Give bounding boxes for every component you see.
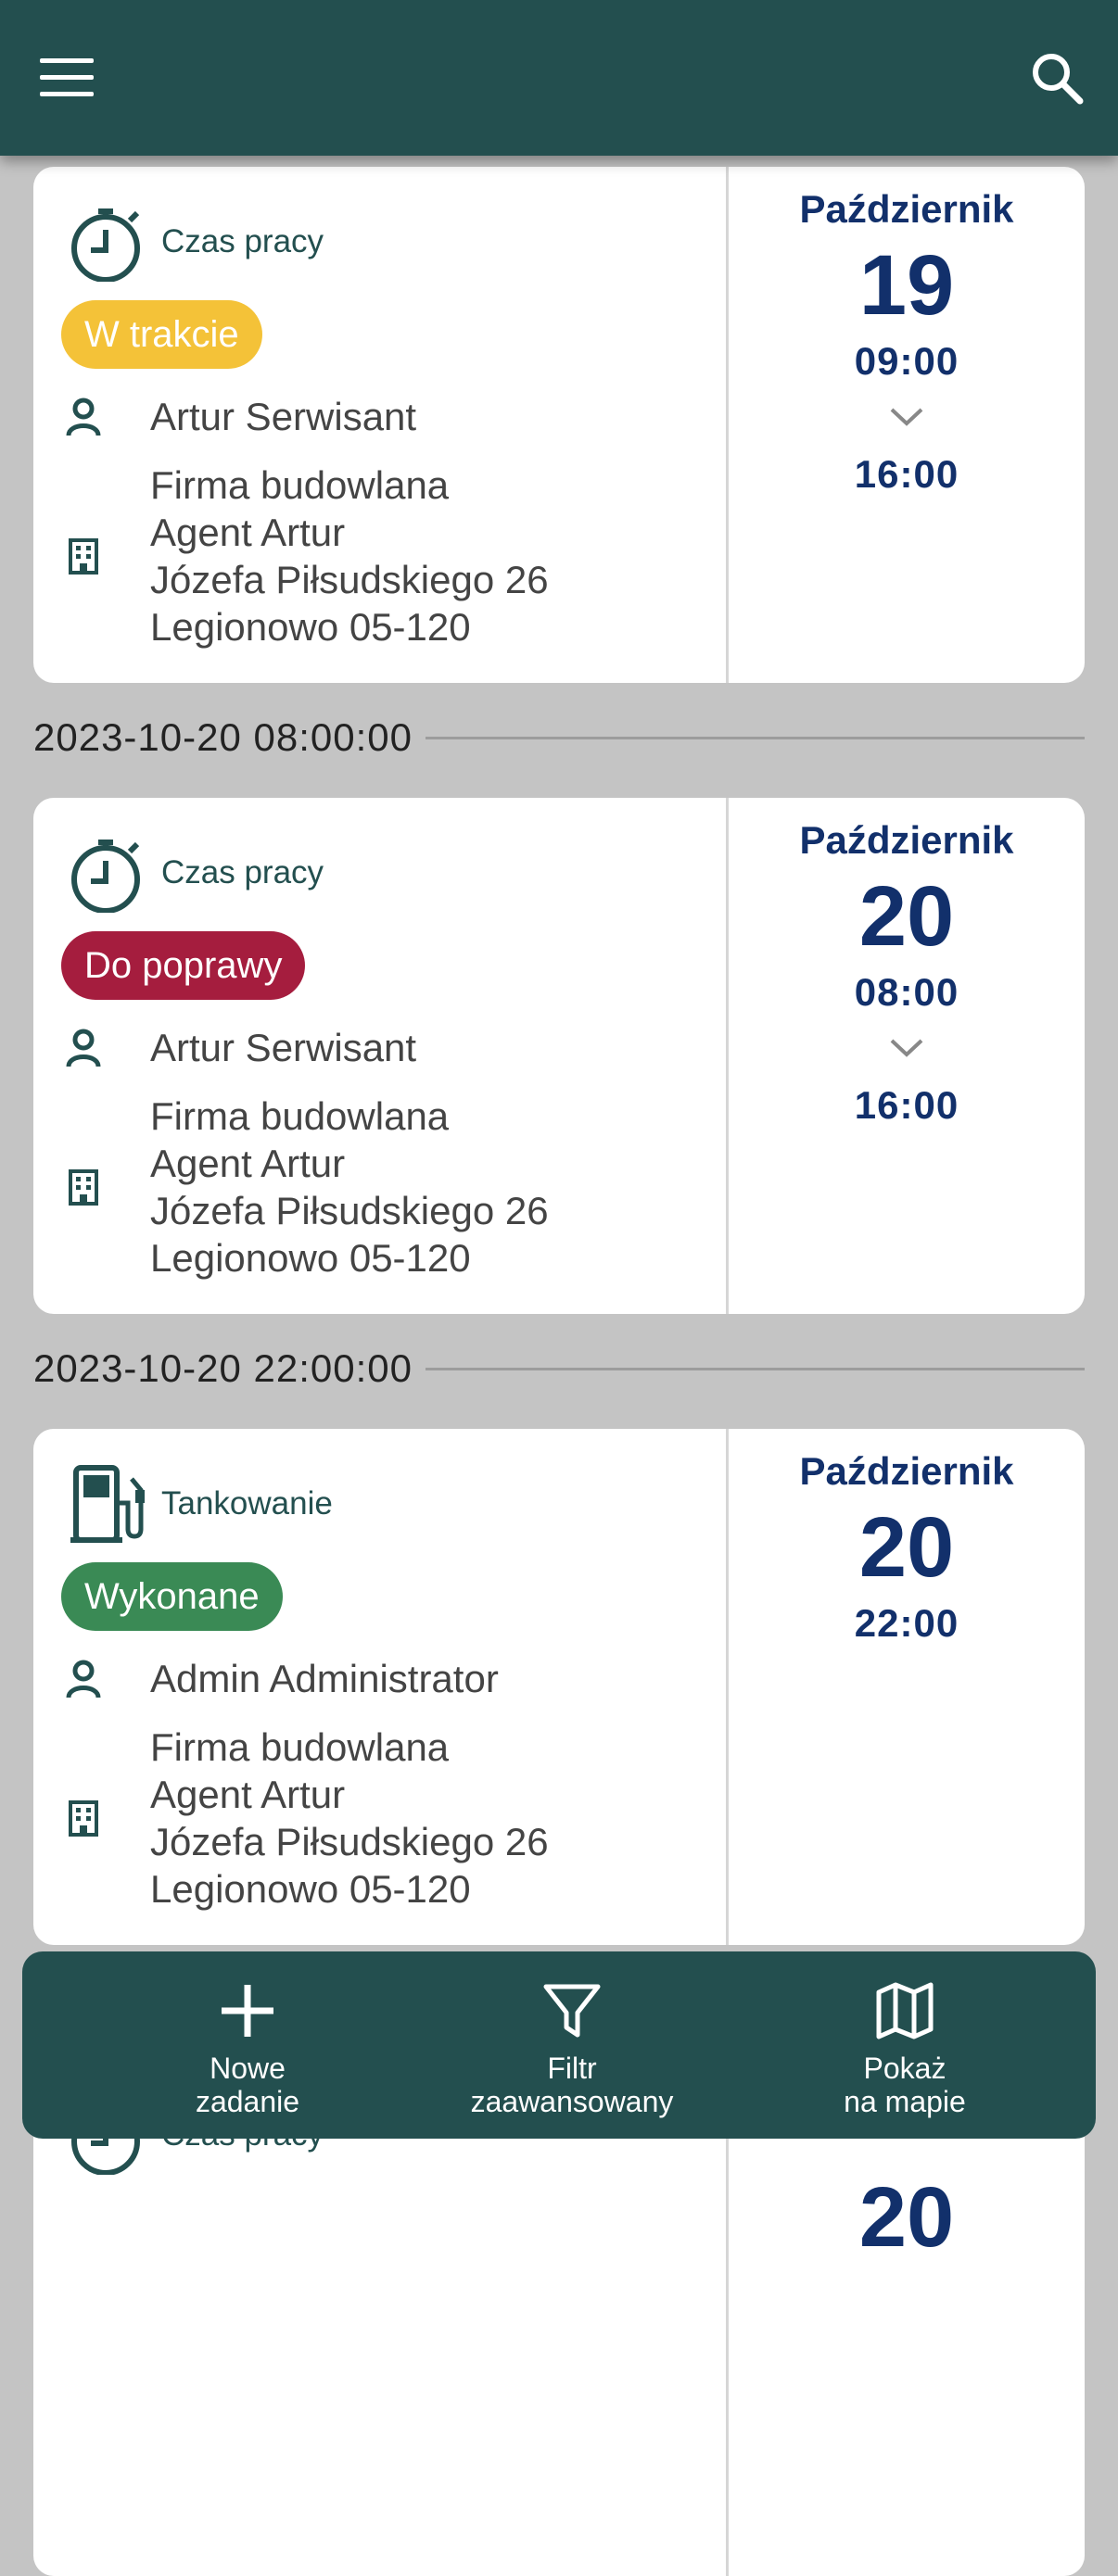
day-number: 20: [858, 1500, 955, 1595]
start-time: 22:00: [854, 1601, 959, 1645]
end-time: 16:00: [854, 452, 959, 496]
building-icon: [61, 534, 106, 578]
month-label: Październik: [799, 818, 1014, 862]
task-date: Październik 19 09:00 16:00: [729, 167, 1085, 683]
filter-icon: [540, 1979, 603, 2042]
start-time: 09:00: [854, 339, 959, 383]
task-date: Październik 20 08:00 16:00: [729, 798, 1085, 1314]
date-separator: 2023-10-20 08:00:00: [33, 710, 1085, 765]
day-number: 20: [858, 869, 955, 964]
client-address: Firma budowlana Agent Artur Józefa Piłsu…: [150, 1094, 549, 1280]
app-bar: [0, 0, 1118, 156]
stopwatch-icon: [67, 831, 150, 915]
task-type-label: Czas pracy: [161, 223, 324, 259]
fuel-pump-icon: [67, 1462, 150, 1546]
chevron-down-icon: [873, 398, 940, 436]
person-icon: [61, 395, 106, 439]
map-icon: [873, 1979, 936, 2042]
client-address: Firma budowlana Agent Artur Józefa Piłsu…: [150, 463, 549, 649]
month-label: Październik: [799, 1449, 1014, 1493]
advanced-filter-button[interactable]: Filtr zaawansowany: [433, 1951, 711, 2139]
new-task-button[interactable]: Nowe zadanie: [108, 1951, 387, 2139]
task-card[interactable]: Czas pracy W trakcie Artur Serwisant Fir…: [33, 167, 1085, 683]
task-card[interactable]: Tankowanie Wykonane Admin Administrator: [33, 1429, 1085, 1945]
day-number: 19: [858, 238, 955, 333]
date-separator: 2023-10-20 22:00:00: [33, 1341, 1085, 1396]
bottom-action-bar: Nowe zadanie Filtr zaawansowany Pokaż na…: [22, 1951, 1096, 2139]
building-icon: [61, 1796, 106, 1840]
chevron-down-icon: [873, 1029, 940, 1067]
status-badge: Do poprawy: [61, 931, 306, 1000]
day-number: 20: [858, 2170, 955, 2265]
start-time: 08:00: [854, 970, 959, 1014]
plus-icon: [216, 1979, 279, 2042]
task-card[interactable]: Czas pracy Do poprawy Artur Serwisant Fi…: [33, 798, 1085, 1314]
status-badge: W trakcie: [61, 300, 262, 369]
end-time: 16:00: [854, 1083, 959, 1127]
search-icon[interactable]: [1023, 44, 1090, 111]
building-icon: [61, 1165, 106, 1209]
task-date: Październik 20 22:00: [729, 1429, 1085, 1945]
person-icon: [61, 1026, 106, 1070]
assignee-name: Artur Serwisant: [150, 1026, 417, 1069]
person-icon: [61, 1657, 106, 1701]
client-address: Firma budowlana Agent Artur Józefa Piłsu…: [150, 1725, 549, 1911]
assignee-name: Artur Serwisant: [150, 395, 417, 438]
show-map-button[interactable]: Pokaż na mapie: [766, 1951, 1044, 2139]
assignee-name: Admin Administrator: [150, 1657, 499, 1700]
hamburger-menu-icon[interactable]: [33, 50, 100, 106]
task-type-label: Tankowanie: [161, 1485, 333, 1522]
task-type-label: Czas pracy: [161, 854, 324, 890]
status-badge: Wykonane: [61, 1562, 283, 1631]
stopwatch-icon: [67, 200, 150, 284]
month-label: Październik: [799, 187, 1014, 231]
